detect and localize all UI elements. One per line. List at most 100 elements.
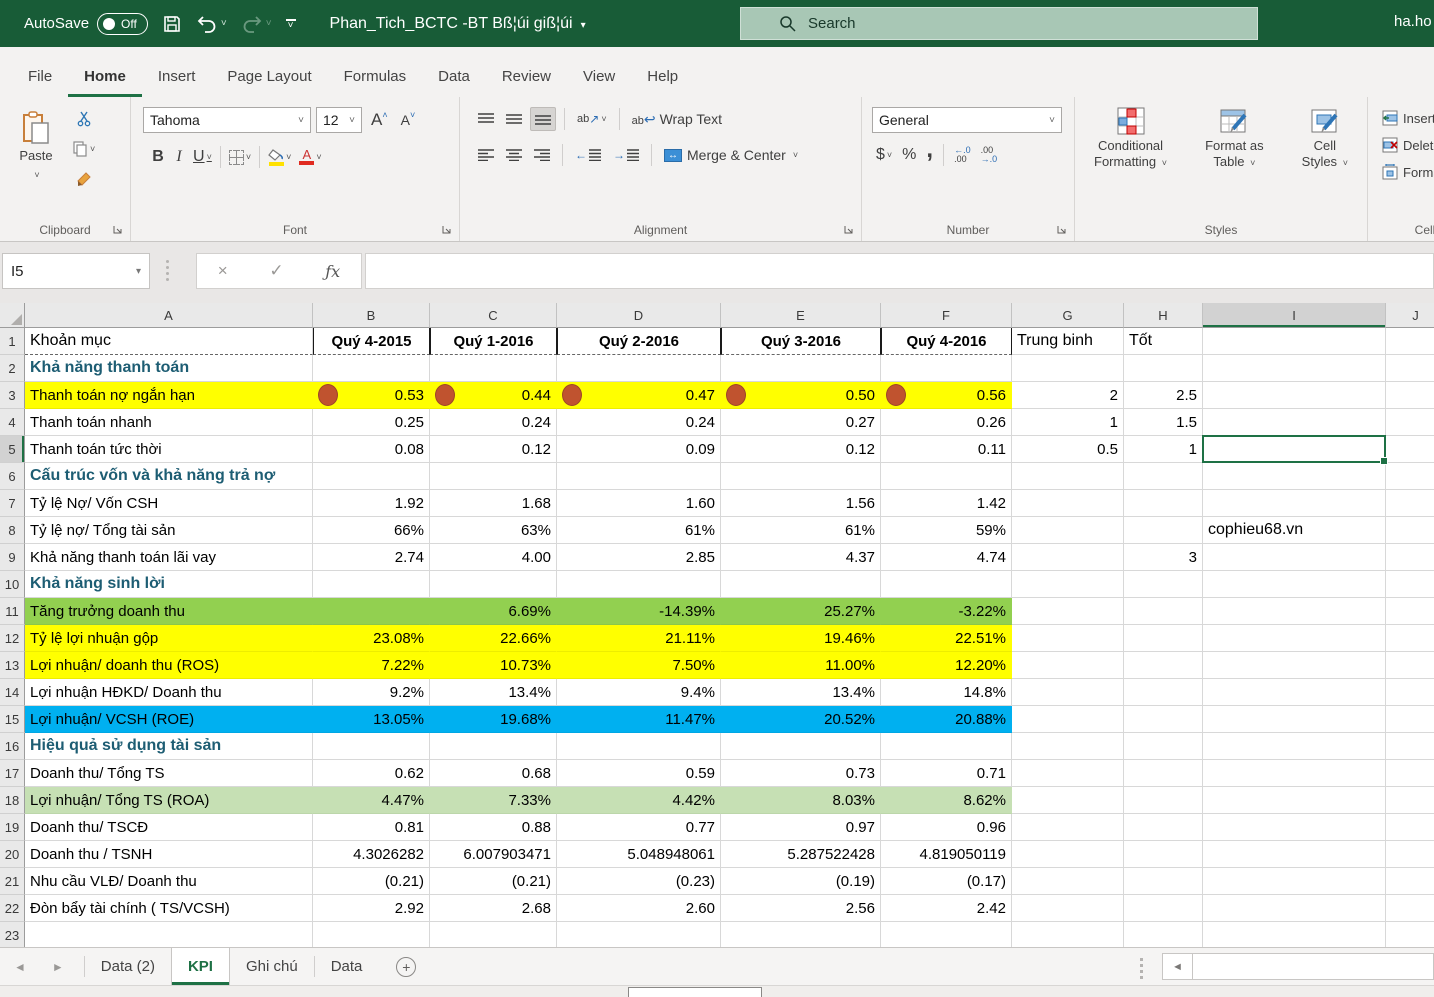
cell-I23[interactable] <box>1203 922 1386 947</box>
cell-E16[interactable] <box>721 733 881 760</box>
cell-C12[interactable]: 22.66% <box>430 625 557 652</box>
row-header-17[interactable]: 17 <box>0 760 25 787</box>
cell-H2[interactable] <box>1124 355 1203 382</box>
cell-E3[interactable]: 0.50 <box>721 382 881 409</box>
cell-J19[interactable] <box>1386 814 1434 841</box>
cell-B12[interactable]: 23.08% <box>313 625 430 652</box>
cell-I8[interactable]: cophieu68.vn <box>1203 517 1386 544</box>
cell-D6[interactable] <box>557 463 721 490</box>
cell-A2[interactable]: Khả năng thanh toán <box>25 355 313 382</box>
cell-J1[interactable] <box>1386 328 1434 355</box>
cell-H9[interactable]: 3 <box>1124 544 1203 571</box>
cell-I9[interactable] <box>1203 544 1386 571</box>
cell-F14[interactable]: 14.8% <box>881 679 1012 706</box>
cell-B11[interactable] <box>313 598 430 625</box>
col-header-C[interactable]: C <box>430 303 557 328</box>
cell-I4[interactable] <box>1203 409 1386 436</box>
cell-J3[interactable] <box>1386 382 1434 409</box>
merge-center-button[interactable]: ↔ Merge & Center ˅ <box>660 143 802 167</box>
cell-I10[interactable] <box>1203 571 1386 598</box>
cell-C9[interactable]: 4.00 <box>430 544 557 571</box>
cell-H21[interactable] <box>1124 868 1203 895</box>
cell-H1[interactable]: Tốt <box>1124 328 1203 355</box>
document-title[interactable]: Phan_Tich_BCTC -BT Bß¦úi giß¦úi▾ <box>330 15 586 33</box>
row-header-13[interactable]: 13 <box>0 652 25 679</box>
cell-B2[interactable] <box>313 355 430 382</box>
decrease-indent-button[interactable]: ← <box>571 143 605 167</box>
cell-H11[interactable] <box>1124 598 1203 625</box>
cell-B8[interactable]: 66% <box>313 517 430 544</box>
cell-C13[interactable]: 10.73% <box>430 652 557 679</box>
cell-J5[interactable] <box>1386 436 1434 463</box>
align-center-button[interactable] <box>502 143 526 167</box>
cell-J17[interactable] <box>1386 760 1434 787</box>
cell-J6[interactable] <box>1386 463 1434 490</box>
borders-button[interactable]: ˅ <box>225 145 255 169</box>
cell-G22[interactable] <box>1012 895 1124 922</box>
cell-A15[interactable]: Lợi nhuận/ VCSH (ROE) <box>25 706 313 733</box>
row-header-11[interactable]: 11 <box>0 598 25 625</box>
cell-H23[interactable] <box>1124 922 1203 947</box>
row-header-3[interactable]: 3 <box>0 382 25 409</box>
col-header-I[interactable]: I <box>1203 303 1386 328</box>
sheet-tab-ghi-chú[interactable]: Ghi chú <box>230 948 314 985</box>
cell-A20[interactable]: Doanh thu / TSNH <box>25 841 313 868</box>
insert-cells-button[interactable]: Insert <box>1382 109 1434 127</box>
cell-B16[interactable] <box>313 733 430 760</box>
insert-function-button[interactable]: ƒx <box>325 262 340 281</box>
align-bottom-button[interactable] <box>530 107 556 131</box>
cell-F12[interactable]: 22.51% <box>881 625 1012 652</box>
cell-D7[interactable]: 1.60 <box>557 490 721 517</box>
undo-button[interactable]: ˅ <box>196 14 227 34</box>
cell-G14[interactable] <box>1012 679 1124 706</box>
font-dialog-launcher[interactable] <box>442 225 452 235</box>
cell-H6[interactable] <box>1124 463 1203 490</box>
cell-E9[interactable]: 4.37 <box>721 544 881 571</box>
cell-F20[interactable]: 4.819050119 <box>881 841 1012 868</box>
cell-E15[interactable]: 20.52% <box>721 706 881 733</box>
cell-B5[interactable]: 0.08 <box>313 436 430 463</box>
cell-D21[interactable]: (0.23) <box>557 868 721 895</box>
fill-color-button[interactable]: ˅ <box>264 145 295 169</box>
cell-G21[interactable] <box>1012 868 1124 895</box>
cell-G19[interactable] <box>1012 814 1124 841</box>
cell-C4[interactable]: 0.24 <box>430 409 557 436</box>
clipboard-dialog-launcher[interactable] <box>113 225 123 235</box>
ribbon-tab-insert[interactable]: Insert <box>142 58 212 97</box>
cell-B9[interactable]: 2.74 <box>313 544 430 571</box>
cell-I11[interactable] <box>1203 598 1386 625</box>
font-size-combobox[interactable]: 12˅ <box>316 107 362 133</box>
cell-I13[interactable] <box>1203 652 1386 679</box>
shrink-font-button[interactable]: A˅ <box>397 108 420 132</box>
col-header-G[interactable]: G <box>1012 303 1124 328</box>
cell-C8[interactable]: 63% <box>430 517 557 544</box>
cell-F21[interactable]: (0.17) <box>881 868 1012 895</box>
row-header-15[interactable]: 15 <box>0 706 25 733</box>
copy-button[interactable]: ˅ <box>68 137 99 161</box>
formula-input[interactable] <box>365 253 1434 289</box>
cell-G11[interactable] <box>1012 598 1124 625</box>
cell-J16[interactable] <box>1386 733 1434 760</box>
alignment-dialog-launcher[interactable] <box>844 225 854 235</box>
cell-B22[interactable]: 2.92 <box>313 895 430 922</box>
cell-C18[interactable]: 7.33% <box>430 787 557 814</box>
cell-D23[interactable] <box>557 922 721 947</box>
paste-button[interactable]: Paste ˅ <box>10 103 62 208</box>
cell-C20[interactable]: 6.007903471 <box>430 841 557 868</box>
cell-D1[interactable]: Quý 2-2016 <box>557 328 721 355</box>
cell-J10[interactable] <box>1386 571 1434 598</box>
undo-caret-icon[interactable]: ˅ <box>221 18 227 29</box>
cell-F22[interactable]: 2.42 <box>881 895 1012 922</box>
save-button[interactable] <box>162 14 182 34</box>
row-header-14[interactable]: 14 <box>0 679 25 706</box>
delete-cells-button[interactable]: Delete <box>1382 136 1434 154</box>
cell-D4[interactable]: 0.24 <box>557 409 721 436</box>
accounting-format-button[interactable]: $˅ <box>872 143 896 167</box>
cell-D2[interactable] <box>557 355 721 382</box>
row-header-18[interactable]: 18 <box>0 787 25 814</box>
cell-F15[interactable]: 20.88% <box>881 706 1012 733</box>
cell-H18[interactable] <box>1124 787 1203 814</box>
cell-E12[interactable]: 19.46% <box>721 625 881 652</box>
formula-bar-grip[interactable] <box>166 260 169 281</box>
cell-D17[interactable]: 0.59 <box>557 760 721 787</box>
